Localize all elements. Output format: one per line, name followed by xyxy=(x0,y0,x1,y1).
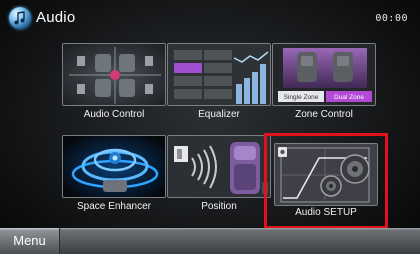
header: Audio 00:00 xyxy=(0,0,420,38)
audio-setup-button[interactable]: Audio SETUP xyxy=(274,143,378,231)
equalizer-icon xyxy=(167,43,271,106)
position-icon xyxy=(167,135,271,198)
page-title: Audio xyxy=(36,9,76,26)
equalizer-button[interactable]: Equalizer xyxy=(167,43,271,131)
audio-screen: Audio 00:00 Audio Control Equalizer Sing… xyxy=(0,0,420,254)
position-label: Position xyxy=(201,201,237,212)
dual-zone-option: Dual Zone xyxy=(334,94,364,101)
space-enhancer-button[interactable]: Space Enhancer xyxy=(62,135,166,223)
single-zone-option: Single Zone xyxy=(284,94,319,101)
clock: 00:00 xyxy=(375,13,408,24)
speaker-seats-icon xyxy=(62,43,166,106)
music-note-icon xyxy=(9,7,31,29)
position-button[interactable]: Position xyxy=(167,135,271,223)
zone-control-button[interactable]: Single Zone Dual Zone Zone Control xyxy=(272,43,376,131)
audio-setup-label: Audio SETUP xyxy=(295,207,357,218)
zone-control-label: Zone Control xyxy=(295,109,353,120)
menu-button[interactable]: Menu xyxy=(0,228,60,254)
space-enhancer-icon xyxy=(62,135,166,198)
zone-seats-icon: Single Zone Dual Zone xyxy=(272,43,376,106)
audio-control-button[interactable]: Audio Control xyxy=(62,43,166,131)
audio-setup-icon xyxy=(274,143,378,206)
menu-bar xyxy=(0,228,420,254)
